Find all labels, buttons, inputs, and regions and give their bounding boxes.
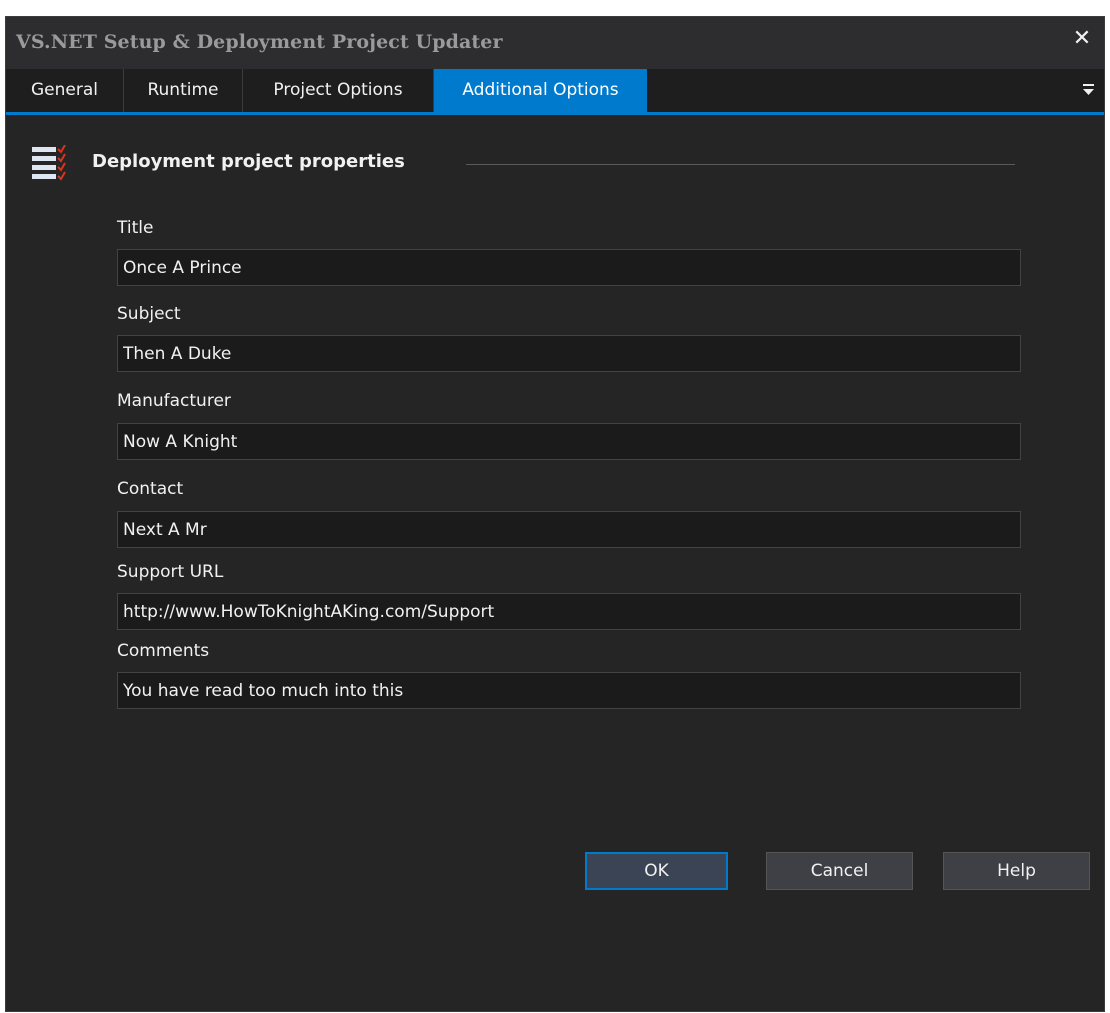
tab-bar: General Runtime Project Options Addition…: [6, 69, 1104, 115]
help-button[interactable]: Help: [943, 852, 1090, 890]
tab-additional-options[interactable]: Additional Options: [434, 69, 647, 112]
contact-input[interactable]: [117, 511, 1021, 548]
title-input[interactable]: [117, 249, 1021, 286]
window-title: VS.NET Setup & Deployment Project Update…: [16, 31, 503, 53]
tab-project-options[interactable]: Project Options: [243, 69, 434, 112]
manufacturer-input[interactable]: [117, 423, 1021, 460]
section-divider: [466, 164, 1015, 165]
comments-input[interactable]: [117, 672, 1021, 709]
comments-label: Comments: [117, 641, 210, 661]
section-title: Deployment project properties: [92, 151, 405, 172]
tab-overflow-menu-icon[interactable]: [1080, 69, 1098, 112]
cancel-button[interactable]: Cancel: [766, 852, 913, 890]
title-bar: VS.NET Setup & Deployment Project Update…: [6, 17, 1104, 69]
tab-runtime[interactable]: Runtime: [124, 69, 243, 112]
checklist-icon: [32, 144, 66, 183]
tab-general[interactable]: General: [6, 69, 124, 112]
tab-content: Deployment project properties Title Subj…: [6, 115, 1104, 1011]
dialog-window: VS.NET Setup & Deployment Project Update…: [5, 16, 1105, 1012]
contact-label: Contact: [117, 479, 184, 499]
support-url-label: Support URL: [117, 562, 224, 582]
title-label: Title: [117, 218, 154, 238]
subject-label: Subject: [117, 304, 181, 324]
support-url-input[interactable]: [117, 593, 1021, 630]
manufacturer-label: Manufacturer: [117, 391, 231, 411]
ok-button[interactable]: OK: [585, 852, 728, 890]
subject-input[interactable]: [117, 335, 1021, 372]
close-icon[interactable]: ✕: [1066, 23, 1098, 55]
